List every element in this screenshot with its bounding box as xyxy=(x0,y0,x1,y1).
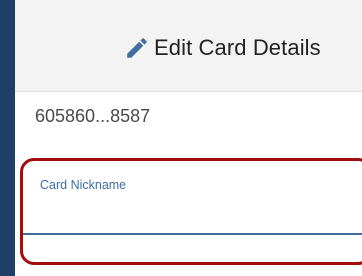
pencil-icon xyxy=(127,38,147,58)
card-number: 605860...8587 xyxy=(35,106,151,126)
card-nickname-field[interactable]: Card Nickname xyxy=(20,158,362,265)
side-panel-edge xyxy=(0,0,15,276)
page-title: Edit Card Details xyxy=(154,35,321,60)
dialog-header: Edit Card Details xyxy=(15,0,362,92)
card-nickname-label: Card Nickname xyxy=(40,178,127,192)
card-nickname-input[interactable] xyxy=(37,197,362,229)
input-underline xyxy=(23,233,362,235)
header-title-group: Edit Card Details xyxy=(124,31,321,65)
edit-card-screen: Edit Card Details 605860...8587 Card Nic… xyxy=(0,0,362,276)
